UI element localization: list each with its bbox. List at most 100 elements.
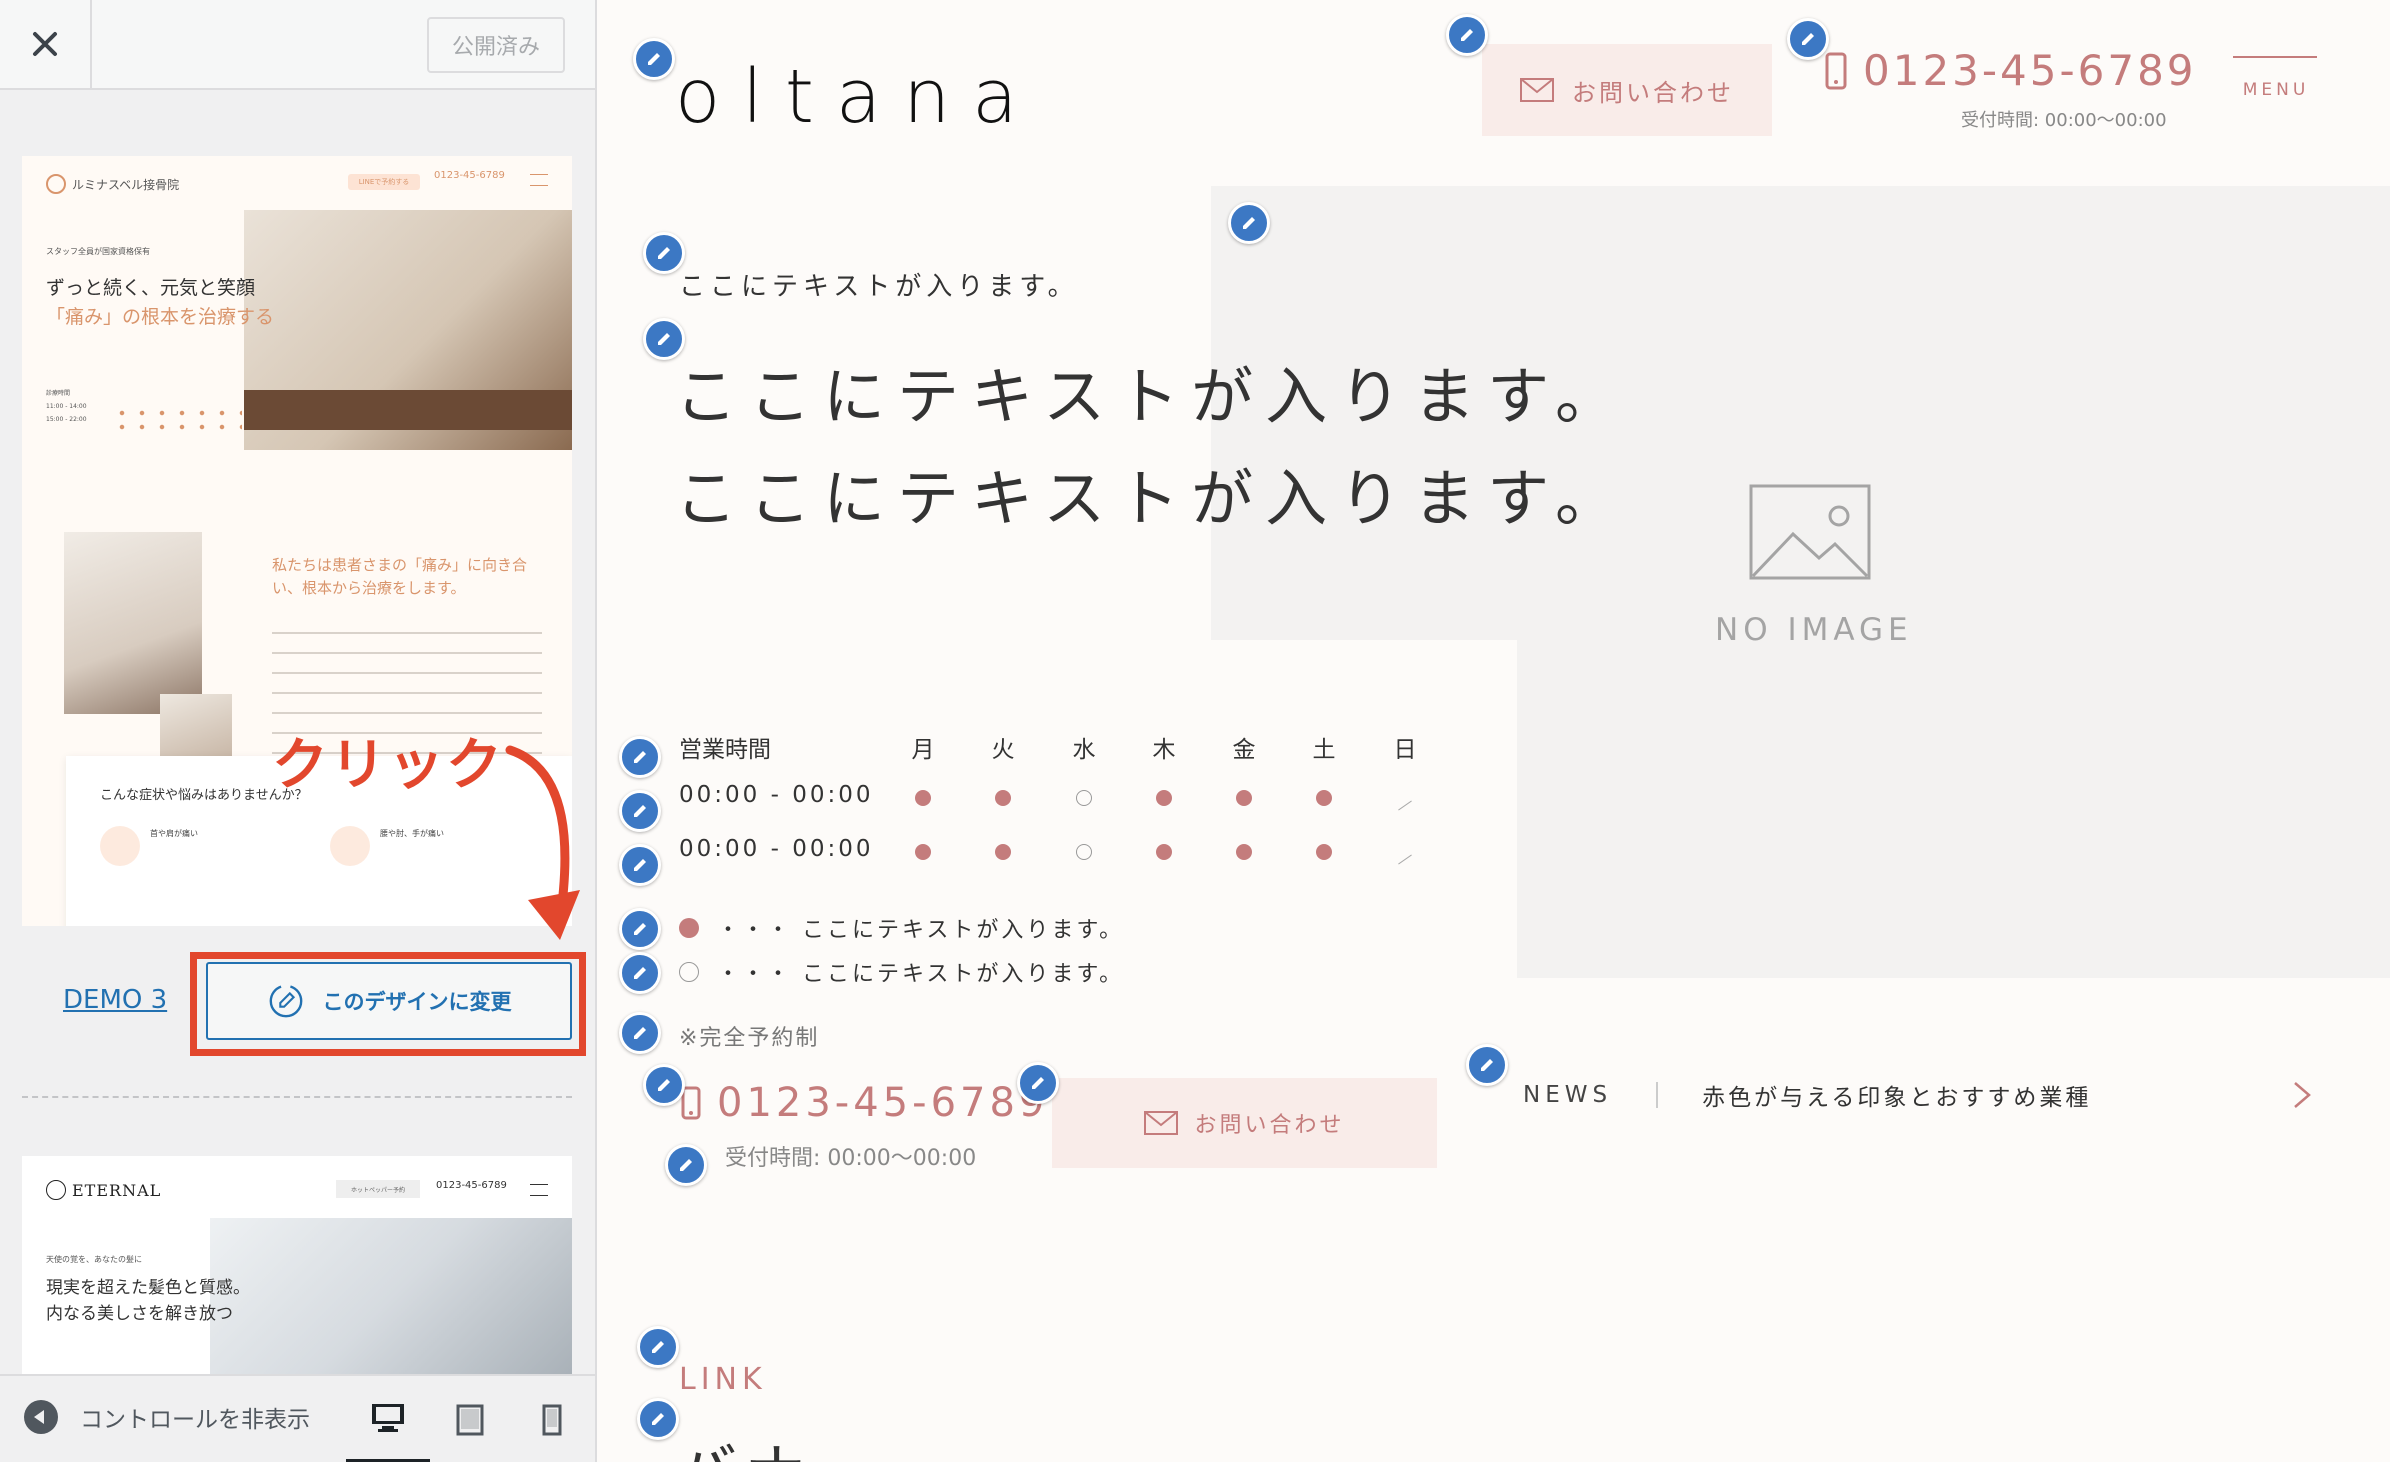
day-label: 水 xyxy=(1072,737,1096,763)
news-bar[interactable]: NEWS 赤色が与える印象とおすすめ業種 xyxy=(1523,1078,2323,1112)
edit-shortcut-button[interactable] xyxy=(619,790,661,832)
edit-shortcut-button[interactable] xyxy=(619,844,661,886)
change-design-button[interactable]: このデザインに変更 xyxy=(206,962,572,1040)
hide-controls-button[interactable]: コントロールを非表示 xyxy=(24,1400,310,1434)
edit-shortcut-button[interactable] xyxy=(1228,202,1270,244)
body-phone-number: 0123-45-6789 xyxy=(717,1080,1049,1126)
news-title-link[interactable]: 赤色が与える印象とおすすめ業種 xyxy=(1702,1078,2091,1112)
thumb2-phone: 0123-45-6789 xyxy=(436,1180,507,1191)
edit-shortcut-button[interactable] xyxy=(665,1144,707,1186)
thumb-logo: ルミナスベル接骨院 xyxy=(46,174,179,194)
thumb2-headline-line1: 現実を超えた髪色と質感。 xyxy=(46,1278,250,1298)
open-dot-icon xyxy=(1236,844,1252,860)
day-label: 土 xyxy=(1312,737,1336,763)
edit-shortcut-button[interactable] xyxy=(1466,1044,1508,1086)
hours-time: 00:00 - 00:00 xyxy=(679,836,874,862)
edit-shortcut-button[interactable] xyxy=(637,1398,679,1440)
day-label: 月 xyxy=(911,737,935,763)
mobile-icon xyxy=(542,1404,562,1436)
body-contact-button[interactable]: お問い合わせ xyxy=(1052,1078,1437,1168)
demo-thumbnail[interactable]: ETERNAL ホットペッパー予約 0123-45-6789 天使の覚を、あなた… xyxy=(22,1156,572,1376)
divider xyxy=(22,1096,572,1098)
pencil-icon xyxy=(652,1341,664,1353)
thumb-subtitle: スタッフ全員が国家資格保有 xyxy=(46,247,150,256)
site-preview: oltana お問い合わせ 0123-45-6789 受付時間: 00:00〜0… xyxy=(599,0,2390,1462)
thumb2-logo-text: ETERNAL xyxy=(72,1180,162,1200)
open-dot-icon xyxy=(679,918,699,938)
hours-cell xyxy=(1064,786,1104,812)
thumb-card-item2: 腰や肘、手が痛い xyxy=(380,829,444,838)
chevron-right-icon[interactable] xyxy=(2289,1080,2315,1110)
edit-shortcut-button[interactable] xyxy=(619,908,661,950)
header-phone-number: 0123-45-6789 xyxy=(1863,46,2197,95)
edit-shortcut-button[interactable] xyxy=(619,1012,661,1054)
pencil-icon xyxy=(658,247,670,259)
open-dot-icon xyxy=(1236,790,1252,806)
body-phone[interactable]: 0123-45-6789 xyxy=(681,1080,1048,1126)
pencil-icon xyxy=(1481,1059,1493,1071)
body-phone-hours: 受付時間: 00:00〜00:00 xyxy=(725,1146,977,1171)
close-button[interactable] xyxy=(0,0,92,88)
hours-cell xyxy=(1224,786,1264,812)
menu-button[interactable]: MENU xyxy=(2233,56,2319,100)
desktop-preview-button[interactable] xyxy=(346,1376,430,1462)
header-phone[interactable]: 0123-45-6789 xyxy=(1825,46,2197,95)
day-label: 木 xyxy=(1152,737,1176,763)
partial-dot-icon xyxy=(1076,790,1092,806)
panel-header: 公開済み xyxy=(0,0,595,90)
mobile-preview-button[interactable] xyxy=(510,1376,594,1462)
edit-shortcut-button[interactable] xyxy=(619,736,661,778)
tablet-preview-button[interactable] xyxy=(428,1376,512,1462)
hours-cell xyxy=(1224,840,1264,866)
customizer-panel: 公開済み ルミナスベル接骨院 LINEで予約する 0123-45-6789 スタ… xyxy=(0,0,597,1462)
thumb-phone: 0123-45-6789 xyxy=(434,170,505,181)
logo-mark-icon xyxy=(46,1180,66,1200)
edit-shortcut-button[interactable] xyxy=(643,1064,685,1106)
news-label: NEWS xyxy=(1523,1082,1613,1108)
demo-name-link[interactable]: DEMO 3 xyxy=(63,985,167,1015)
logo-mark-icon xyxy=(46,174,66,194)
thumb2-reserve-button: ホットペッパー予約 xyxy=(336,1180,420,1198)
edit-shortcut-button[interactable] xyxy=(619,952,661,994)
hours-cell xyxy=(903,840,943,866)
collapse-icon xyxy=(24,1400,58,1434)
pencil-icon xyxy=(634,859,646,871)
annotation-arrow-icon xyxy=(505,745,580,940)
hours-cell xyxy=(1304,840,1344,866)
pencil-icon xyxy=(634,967,646,979)
edit-shortcut-button[interactable] xyxy=(1446,14,1488,56)
hours-header-row: 営業時間 月 火 水 木 金 土 日 xyxy=(679,730,1417,764)
tablet-icon xyxy=(456,1404,484,1436)
pencil-icon xyxy=(652,1413,664,1425)
edit-shortcut-button[interactable] xyxy=(633,38,675,80)
close-icon xyxy=(33,32,57,56)
edit-shortcut-button[interactable] xyxy=(637,1326,679,1368)
hours-cell xyxy=(1144,840,1184,866)
thumb2-logo: ETERNAL xyxy=(46,1180,161,1200)
header-phone-hours: 受付時間: 00:00〜00:00 xyxy=(1961,110,2167,131)
open-dot-icon xyxy=(1156,790,1172,806)
hours-cell xyxy=(1385,840,1425,866)
edit-shortcut-button[interactable] xyxy=(643,318,685,360)
thumb-about-photo-small xyxy=(160,694,232,756)
partial-dot-icon xyxy=(1076,844,1092,860)
site-logo[interactable]: oltana xyxy=(675,60,1039,134)
banner-heading: バナー xyxy=(677,1424,881,1462)
open-dot-icon xyxy=(995,790,1011,806)
pencil-icon xyxy=(1802,33,1814,45)
publish-button[interactable]: 公開済み xyxy=(427,17,565,73)
header-contact-button[interactable]: お問い合わせ xyxy=(1482,44,1772,136)
thumb2-headline: 現実を超えた髪色と質感。 内なる美しさを解き放つ xyxy=(46,1276,250,1327)
header-contact-label: お問い合わせ xyxy=(1572,78,1734,107)
hours-title: 営業時間 xyxy=(679,737,771,763)
reservation-note: ※完全予約制 xyxy=(679,1026,820,1051)
pencil-icon xyxy=(634,1027,646,1039)
phone-icon xyxy=(1825,52,1847,89)
panel-footer: コントロールを非表示 xyxy=(0,1374,595,1462)
edit-shortcut-button[interactable] xyxy=(1787,18,1829,60)
edit-shortcut-button[interactable] xyxy=(1017,1062,1059,1104)
pencil-icon xyxy=(648,53,660,65)
edit-shortcut-button[interactable] xyxy=(643,232,685,274)
thumb-headline-line1: ずっと続く、元気と笑顔 xyxy=(46,277,256,299)
neck-icon xyxy=(100,826,140,866)
